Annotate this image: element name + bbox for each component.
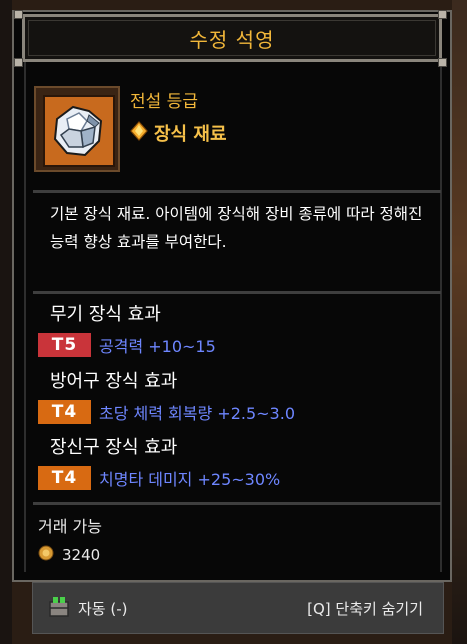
accessory-effect-row: T4 치명타 데미지 +25~30% [38,466,280,490]
auto-toggle[interactable]: 자동 (-) [48,594,128,622]
price-value: 3240 [62,546,101,564]
accessory-effect-title: 장신구 장식 효과 [50,437,178,458]
rivet-icon [438,58,447,67]
divider [33,502,441,505]
coin-icon [38,545,54,565]
auto-label: 자동 (-) [78,599,128,618]
armor-effect-row: T4 초당 체력 회복량 +2.5~3.0 [38,400,295,424]
accessory-effect-value: 치명타 데미지 +25~30% [99,470,281,489]
hide-shortcut-button[interactable]: [Q] 단축키 숨기기 [307,598,423,619]
tier-badge: T5 [38,333,91,357]
price-row: 3240 [38,545,100,565]
rivet-icon [14,10,23,19]
title-bar: 수정 석영 [22,14,442,62]
weapon-effect-row: T5 공격력 +10~15 [38,333,216,357]
item-type-label: 장식 재료 [154,124,227,145]
panel-frame-right [440,62,442,572]
tier-badge: T4 [38,466,91,490]
weapon-effect-value: 공격력 +10~15 [99,337,216,356]
rivet-icon [438,10,447,19]
item-icon-frame [34,86,120,172]
divider [33,190,441,193]
tier-badge: T4 [38,400,91,424]
item-name: 수정 석영 [189,27,275,52]
armor-effect-value: 초당 체력 회복량 +2.5~3.0 [99,404,296,423]
background-left [0,0,12,644]
armor-effect-title: 방어구 장식 효과 [50,371,178,392]
tradable-label: 거래 가능 [38,517,102,536]
inventory-box-icon [48,594,70,622]
item-grade: 전설 등급 [130,92,198,112]
crystal-quartz-icon [43,95,115,167]
panel-frame-left [24,62,26,572]
weapon-effect-title: 무기 장식 효과 [50,304,161,325]
item-description: 기본 장식 재료. 아이템에 장식해 장비 종류에 따라 정해진 능력 향상 효… [50,205,423,251]
background-right [452,0,467,644]
rivet-icon [14,58,23,67]
material-diamond-icon [130,121,148,145]
item-type: 장식 재료 [130,120,227,146]
divider [33,291,441,294]
